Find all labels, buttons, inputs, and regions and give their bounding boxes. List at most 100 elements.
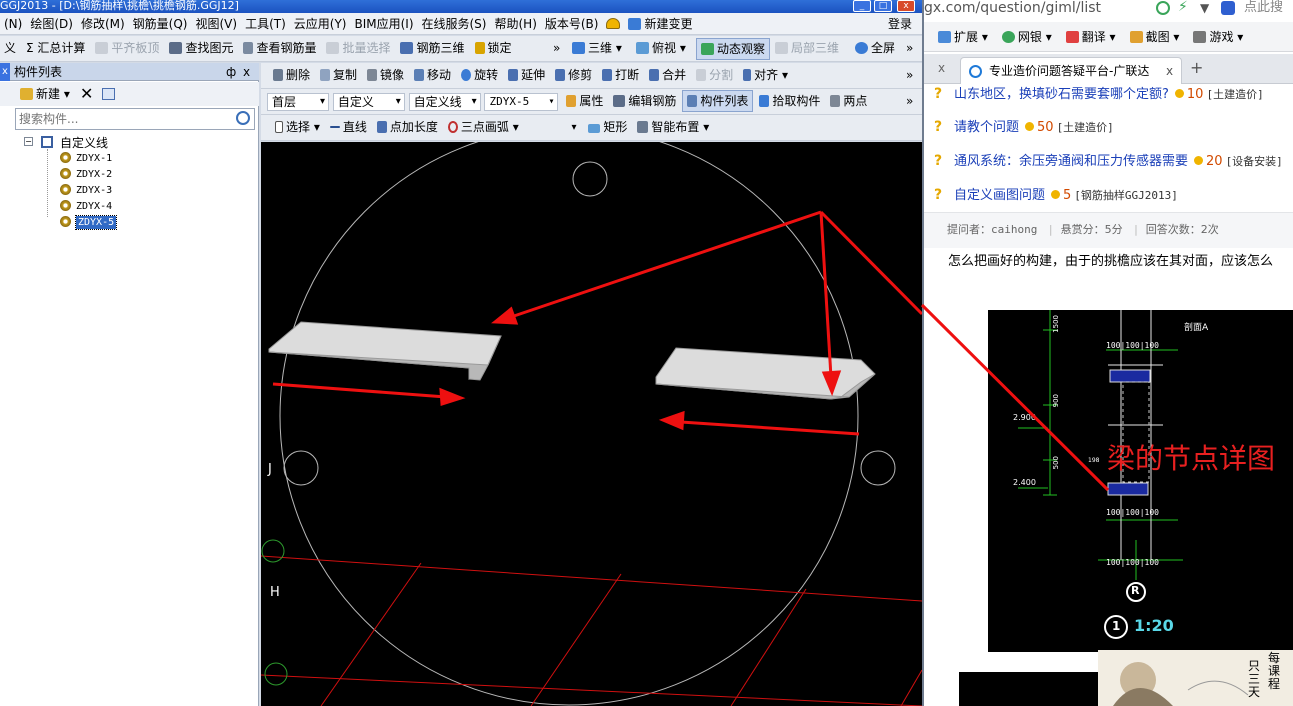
question-row-4[interactable]: ? 自定义画图问题 5 [钢筋抽样GGJ2013] (924, 185, 1293, 213)
tree-collapse-icon[interactable]: − (24, 137, 33, 146)
toolbar-overflow[interactable]: » (553, 36, 560, 60)
address-bar[interactable]: gx.com/question/giml/list ⚡ ▼ 点此搜 (924, 0, 1293, 18)
search-hint[interactable]: 点此搜 (1244, 0, 1283, 16)
new-tab-button[interactable]: + (1190, 58, 1203, 77)
pick-component-button[interactable]: 拾取构件 (755, 89, 824, 113)
new-dropdown[interactable]: 新建 ▾ (20, 82, 70, 106)
rebar-3d-button[interactable]: 钢筋三维 (396, 36, 468, 60)
trim-button[interactable]: 修剪 (551, 63, 596, 87)
fullscreen-button[interactable]: 全屏 (851, 36, 899, 60)
element-select[interactable]: ZDYX-5 (484, 92, 559, 111)
tab-close-left-icon[interactable]: x (938, 61, 945, 75)
question-link[interactable]: 请教个问题 (954, 120, 1019, 135)
view-3d-dropdown[interactable]: 三维 ▾ (568, 36, 626, 60)
menu-item-help[interactable]: 帮助(H) (490, 13, 540, 35)
panel-close-button[interactable]: x (243, 63, 250, 81)
edit-toolbar-overflow[interactable]: » (906, 63, 913, 87)
orbit-handle-right[interactable] (860, 450, 896, 486)
menu-item-modify[interactable]: 修改(M) (77, 13, 129, 35)
three-point-arc-dropdown[interactable]: 三点画弧 ▾ (444, 115, 523, 139)
line-button[interactable]: 直线 (326, 115, 371, 139)
toolbar-overflow-2[interactable]: » (906, 36, 913, 60)
tab-close-icon[interactable]: x (1166, 58, 1173, 84)
question-link[interactable]: 山东地区，换填砂石需要套哪个定额? (954, 87, 1169, 102)
smart-layout-dropdown[interactable]: 智能布置 ▾ (633, 115, 713, 139)
align-dropdown[interactable]: 对齐 ▾ (739, 63, 792, 87)
mirror-button[interactable]: 镜像 (363, 63, 408, 87)
menu-item-cloud[interactable]: 云应用(Y) (290, 13, 351, 35)
menu-item-view[interactable]: 视图(V) (191, 13, 241, 35)
tree-item-zdyx-3[interactable]: ZDYX-3 (60, 184, 112, 198)
cornice-left-3d[interactable] (268, 321, 502, 380)
tree-root[interactable]: 自定义线 (60, 134, 108, 151)
screenshot-button[interactable]: 截图 ▾ (1129, 22, 1179, 52)
blank-select[interactable] (529, 119, 581, 137)
menu-item-tools[interactable]: 工具(T) (241, 13, 290, 35)
extensions-button[interactable]: 扩展 ▾ (938, 22, 988, 52)
component-toolbar-overflow[interactable]: » (906, 89, 913, 113)
ad-banner[interactable]: 每 课 程 只 三 天 (1098, 650, 1293, 706)
translate-button[interactable]: 翻译 ▾ (1065, 22, 1116, 52)
align-slab-top-button[interactable]: 平齐板顶 (91, 36, 163, 60)
extend-button[interactable]: 延伸 (504, 63, 549, 87)
tree-item-zdyx-4[interactable]: ZDYX-4 (60, 200, 112, 214)
select-dropdown[interactable]: 选择 ▾ (271, 115, 324, 139)
close-button[interactable]: x (897, 0, 915, 12)
delete-icon[interactable]: ✕ (80, 82, 93, 106)
online-banking-button[interactable]: 网银 ▾ (1001, 22, 1052, 52)
menu-item-online[interactable]: 在线服务(S) (418, 13, 491, 35)
panel-edge-close[interactable]: x (0, 63, 10, 81)
component-search-input[interactable] (16, 109, 231, 129)
floor-select[interactable]: 首层 (267, 92, 329, 111)
edit-rebar-button[interactable]: 编辑钢筋 (609, 89, 680, 113)
question-link[interactable]: 自定义画图问题 (954, 188, 1045, 203)
lightning-icon[interactable]: ⚡ (1178, 0, 1188, 15)
menu-item-rebar-quantity[interactable]: 钢筋量(Q) (129, 13, 192, 35)
summary-calc-button[interactable]: Σ 汇总计算 (22, 36, 89, 60)
menu-item-n[interactable]: (N) (0, 13, 26, 35)
menu-item-draw[interactable]: 绘图(D) (26, 13, 77, 35)
dropdown-chevron-icon[interactable]: ▼ (1200, 0, 1209, 16)
copy-button[interactable]: 复制 (316, 63, 361, 87)
toolbar-item-yi[interactable]: 义 (0, 36, 20, 60)
question-row-1[interactable]: ? 山东地区，换填砂石需要套哪个定额? 10 [土建造价] (924, 84, 1293, 112)
tree-item-zdyx-2[interactable]: ZDYX-2 (60, 168, 112, 182)
login-link[interactable]: 登录 (888, 13, 912, 35)
drawing-canvas[interactable]: J H (261, 142, 922, 706)
view-rebar-quantity-button[interactable]: 查看钢筋量 (239, 36, 320, 60)
maximize-button[interactable]: □ (874, 0, 892, 12)
menu-item-version[interactable]: 版本号(B) (541, 13, 603, 35)
question-link[interactable]: 通风系统：余压旁通阀和压力传感器需要 (954, 154, 1188, 169)
point-length-button[interactable]: 点加长度 (373, 115, 442, 139)
split-button[interactable]: 分割 (692, 63, 737, 87)
component-list-button[interactable]: 构件列表 (682, 90, 754, 112)
top-view-dropdown[interactable]: 俯视 ▾ (632, 36, 690, 60)
orbit-handle-left[interactable] (283, 450, 319, 486)
pin-icon[interactable]: ф (226, 63, 236, 81)
games-button[interactable]: 游戏 ▾ (1193, 22, 1243, 52)
delete-button[interactable]: 删除 (269, 63, 314, 87)
menu-item-bim[interactable]: BIM应用(I) (350, 13, 417, 35)
tree-item-zdyx-5[interactable]: ZDYX-5 (60, 215, 118, 230)
type-select[interactable]: 自定义线 (408, 92, 481, 111)
break-button[interactable]: 打断 (598, 63, 643, 87)
asker-name[interactable]: caihong (991, 223, 1037, 236)
rectangle-button[interactable]: 矩形 (584, 115, 631, 139)
component-search[interactable] (15, 108, 255, 130)
question-row-2[interactable]: ? 请教个问题 50 [土建造价] (924, 117, 1293, 145)
orbit-handle-top[interactable] (572, 161, 608, 197)
merge-button[interactable]: 合并 (645, 63, 690, 87)
new-change-menu[interactable]: 新建变更 (624, 13, 696, 35)
properties-button[interactable]: 属性 (562, 89, 607, 113)
move-button[interactable]: 移动 (410, 63, 455, 87)
batch-select-button[interactable]: 批量选择 (322, 36, 394, 60)
search-icon[interactable] (236, 111, 250, 125)
minimize-button[interactable]: _ (853, 0, 871, 12)
lock-button[interactable]: 锁定 (471, 36, 516, 60)
local-3d-button[interactable]: 局部三维 (771, 36, 843, 60)
tree-item-zdyx-1[interactable]: ZDYX-1 (60, 152, 112, 166)
dynamic-observe-button[interactable]: 动态观察 (696, 38, 771, 60)
category-select[interactable]: 自定义 (332, 92, 405, 111)
two-point-button[interactable]: 两点 (826, 89, 871, 113)
find-element-button[interactable]: 查找图元 (165, 36, 237, 60)
